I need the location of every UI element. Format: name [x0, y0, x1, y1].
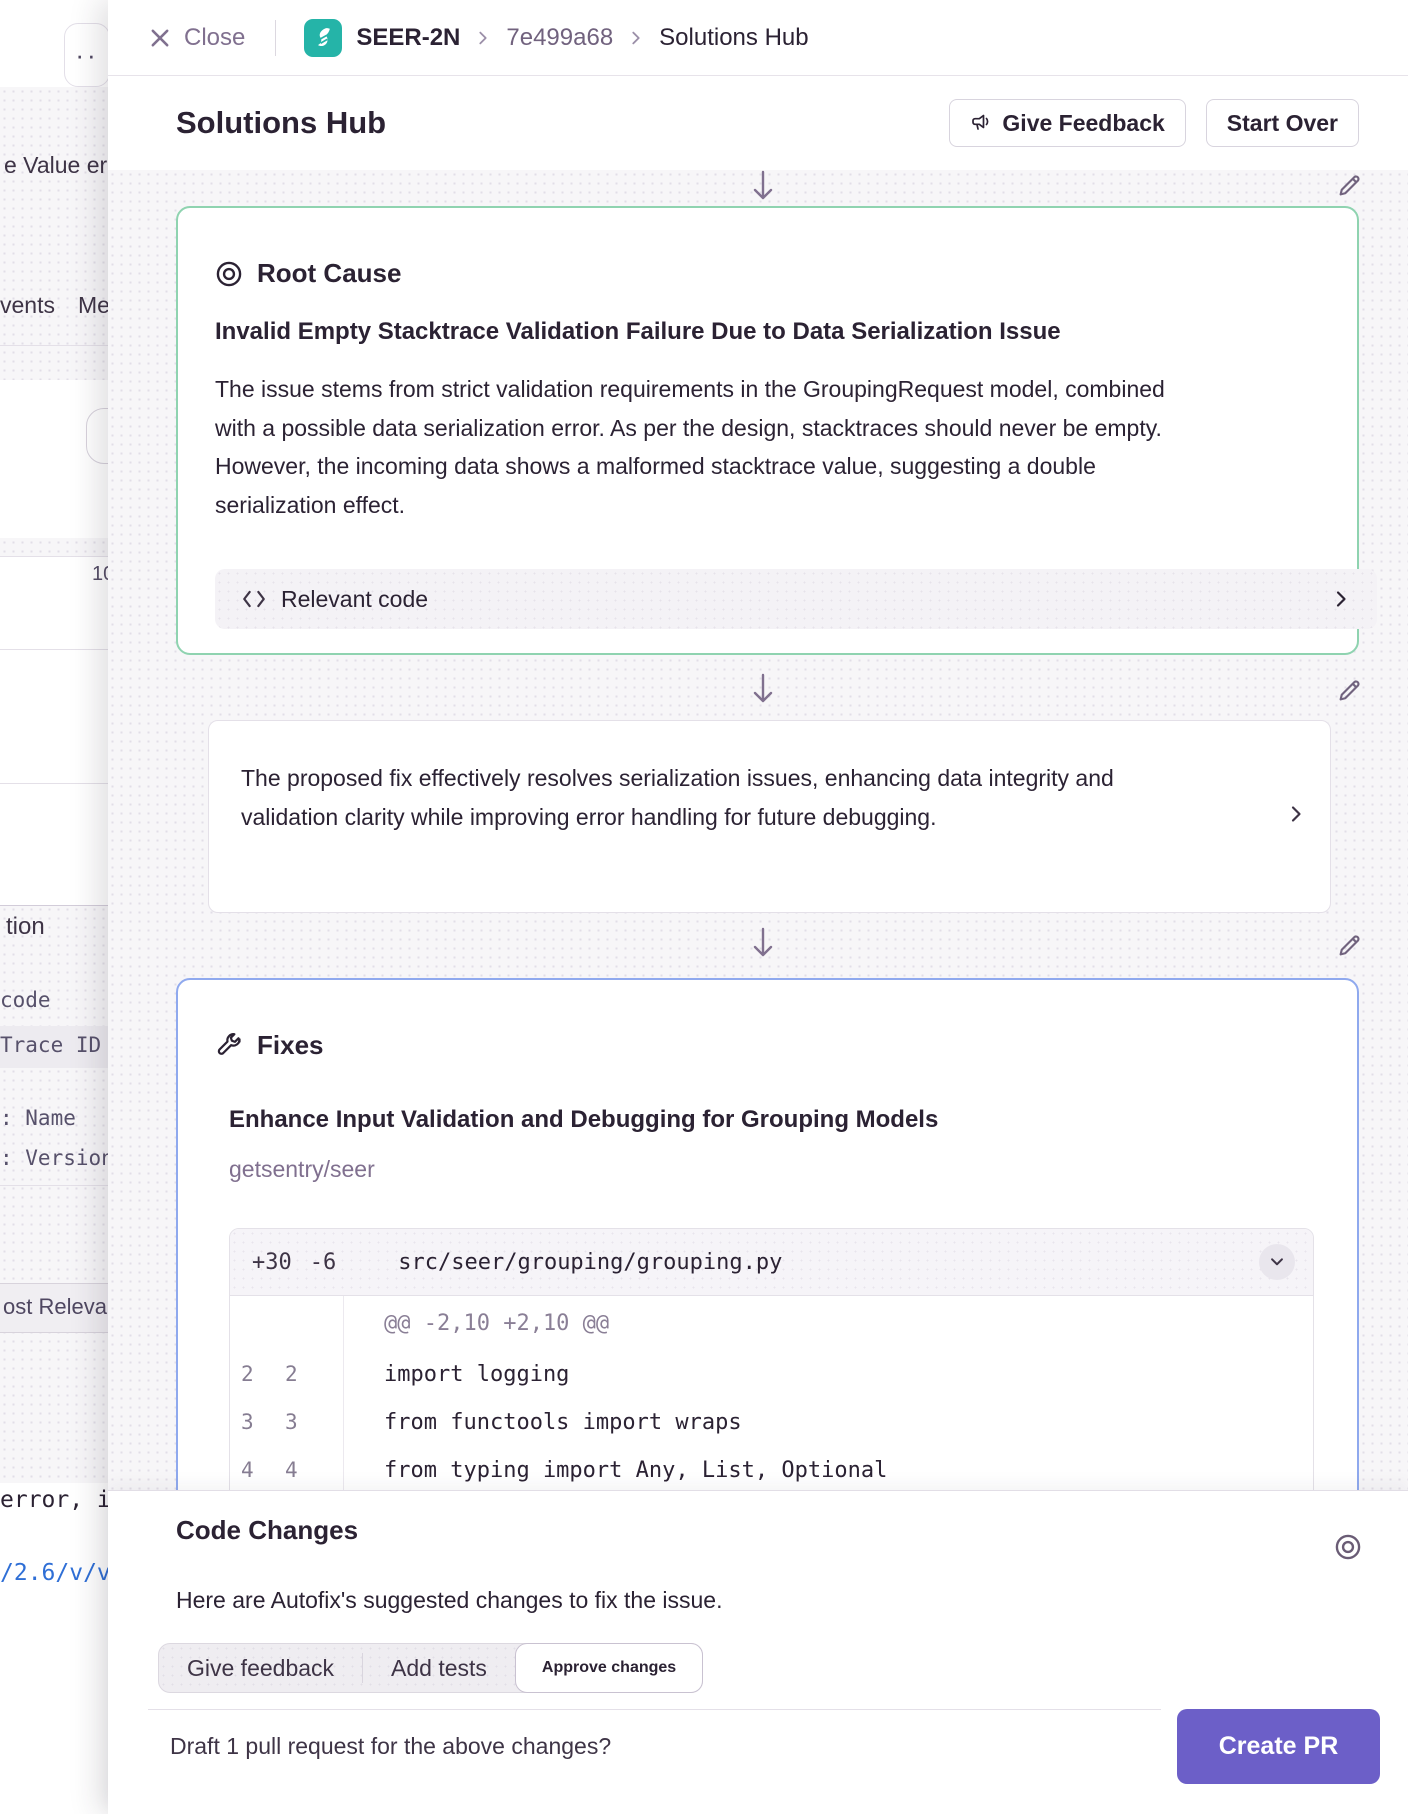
bg-fragment-value: e Value er [4, 152, 107, 179]
solutions-hub-drawer: Close SEER-2N 7e499a68 Solutions Hub Sol… [108, 0, 1408, 1814]
bg-tab-me[interactable]: Me [78, 292, 108, 319]
diff-hunk-row: @@ -2,10 +2,10 @@ [230, 1296, 1313, 1350]
breadcrumb-project[interactable]: SEER-2N [356, 24, 460, 52]
new-line-number: 4 [274, 1458, 318, 1482]
bg-fragment-version: : Version [0, 1146, 108, 1170]
root-cause-card: Root Cause Invalid Empty Stacktrace Vali… [176, 206, 1359, 655]
bg-most-relevant-label: ost Relevan [3, 1294, 108, 1320]
edit-step-button[interactable] [1335, 675, 1365, 705]
code-changes-panel: Code Changes Here are Autofix's suggeste… [108, 1490, 1408, 1814]
fix-heading: Enhance Input Validation and Debugging f… [229, 1106, 938, 1134]
old-line-number: 3 [230, 1410, 274, 1434]
give-feedback-button[interactable]: Give Feedback [949, 99, 1185, 147]
background-page: ·· e Value er vents Me 10 tion code Trac… [0, 0, 108, 1814]
top-bar: Close SEER-2N 7e499a68 Solutions Hub [108, 0, 1408, 76]
root-cause-heading: Invalid Empty Stacktrace Validation Fail… [215, 318, 1061, 346]
bg-fragment-tion: tion [6, 913, 45, 941]
chevron-right-icon [1331, 589, 1351, 609]
more-options-button[interactable]: ·· [64, 23, 108, 87]
chevron-right-icon [1286, 804, 1306, 824]
insight-text: The proposed fix effectively resolves se… [241, 759, 1121, 837]
target-icon[interactable] [1334, 1533, 1362, 1561]
down-arrow-icon [748, 673, 778, 709]
target-icon [215, 260, 243, 288]
diff-code: from typing import Any, List, Optional [344, 1458, 887, 1483]
changes-action-group: Give feedback Add tests Approve changes [158, 1643, 703, 1693]
diff-code: import logging [344, 1362, 569, 1387]
draft-question: Draft 1 pull request for the above chang… [170, 1733, 611, 1760]
create-pr-button[interactable]: Create PR [1177, 1709, 1380, 1784]
breadcrumb-current: Solutions Hub [659, 24, 808, 52]
autofix-steps: Root Cause Invalid Empty Stacktrace Vali… [108, 170, 1408, 1490]
bg-search-input[interactable] [86, 408, 108, 464]
more-options-label: ·· [75, 40, 98, 71]
new-line-number: 3 [274, 1410, 318, 1434]
diff-deletions: -6 [310, 1250, 337, 1275]
relevant-code-label: Relevant code [281, 586, 428, 613]
code-changes-title: Code Changes [176, 1515, 358, 1546]
page-title: Solutions Hub [176, 105, 386, 141]
bg-fragment-trace-id: Trace ID [0, 1033, 101, 1057]
start-over-button[interactable]: Start Over [1206, 99, 1359, 147]
give-feedback-label: Give Feedback [1002, 110, 1164, 137]
bg-fragment-code: code [0, 988, 51, 1012]
edit-step-button[interactable] [1335, 170, 1365, 200]
add-tests-segment[interactable]: Add tests [363, 1655, 515, 1682]
diff-line: 22 import logging [230, 1350, 1313, 1398]
diff-collapse-button[interactable] [1259, 1244, 1295, 1280]
breadcrumb-run-id[interactable]: 7e499a68 [506, 24, 613, 52]
bg-tab-events[interactable]: vents [0, 292, 55, 319]
bg-fragment-error: error, in [0, 1487, 108, 1513]
wrench-icon [215, 1032, 243, 1060]
old-line-number: 2 [230, 1362, 274, 1386]
background-texture [0, 538, 108, 556]
old-line-number: 4 [230, 1458, 274, 1482]
new-line-number: 2 [274, 1362, 318, 1386]
approve-changes-label: Approve changes [542, 1659, 676, 1677]
diff-file-path: src/seer/grouping/grouping.py [398, 1250, 782, 1275]
diff-box: +30 -6 src/seer/grouping/grouping.py @@ … [229, 1228, 1314, 1490]
fixes-card: Fixes Enhance Input Validation and Debug… [176, 978, 1359, 1490]
down-arrow-icon [748, 927, 778, 963]
screen: ·· e Value er vents Me 10 tion code Trac… [0, 0, 1408, 1814]
diff-line: 44 from typing import Any, List, Optiona… [230, 1446, 1313, 1490]
close-label: Close [184, 24, 245, 52]
code-icon [241, 589, 267, 609]
seer-icon [304, 19, 342, 57]
diff-header[interactable]: +30 -6 src/seer/grouping/grouping.py [230, 1229, 1313, 1296]
diff-line: 33 from functools import wraps [230, 1398, 1313, 1446]
code-changes-subtitle: Here are Autofix's suggested changes to … [176, 1587, 723, 1614]
down-arrow-icon [748, 170, 778, 206]
give-feedback-segment[interactable]: Give feedback [159, 1655, 362, 1682]
footer-divider [148, 1709, 1161, 1710]
megaphone-icon [970, 112, 992, 134]
root-cause-title: Root Cause [257, 258, 401, 289]
chevron-right-icon [474, 29, 492, 47]
insight-card[interactable]: The proposed fix effectively resolves se… [208, 720, 1331, 913]
bg-doc-link[interactable]: /2.6/v/va [0, 1560, 108, 1586]
diff-hunk: @@ -2,10 +2,10 @@ [344, 1311, 609, 1336]
panel-header: Solutions Hub Give Feedback Start Over [108, 76, 1408, 170]
bg-fragment-name: : Name [0, 1106, 76, 1130]
fix-repo: getsentry/seer [229, 1156, 375, 1183]
chevron-down-icon [1268, 1253, 1286, 1271]
chevron-right-icon [627, 29, 645, 47]
fixes-title: Fixes [257, 1030, 324, 1061]
close-icon [148, 26, 172, 50]
relevant-code-row[interactable]: Relevant code [215, 569, 1377, 629]
bg-axis-label: 10 [92, 563, 108, 586]
diff-code: from functools import wraps [344, 1410, 742, 1435]
edit-step-button[interactable] [1335, 930, 1365, 960]
start-over-label: Start Over [1227, 110, 1338, 137]
approve-changes-segment[interactable]: Approve changes [515, 1643, 703, 1693]
create-pr-label: Create PR [1219, 1732, 1339, 1761]
topbar-divider [275, 20, 276, 56]
diff-additions: +30 [252, 1250, 292, 1275]
close-button[interactable]: Close [148, 24, 245, 52]
background-texture [0, 87, 108, 380]
root-cause-body: The issue stems from strict validation r… [215, 370, 1170, 524]
